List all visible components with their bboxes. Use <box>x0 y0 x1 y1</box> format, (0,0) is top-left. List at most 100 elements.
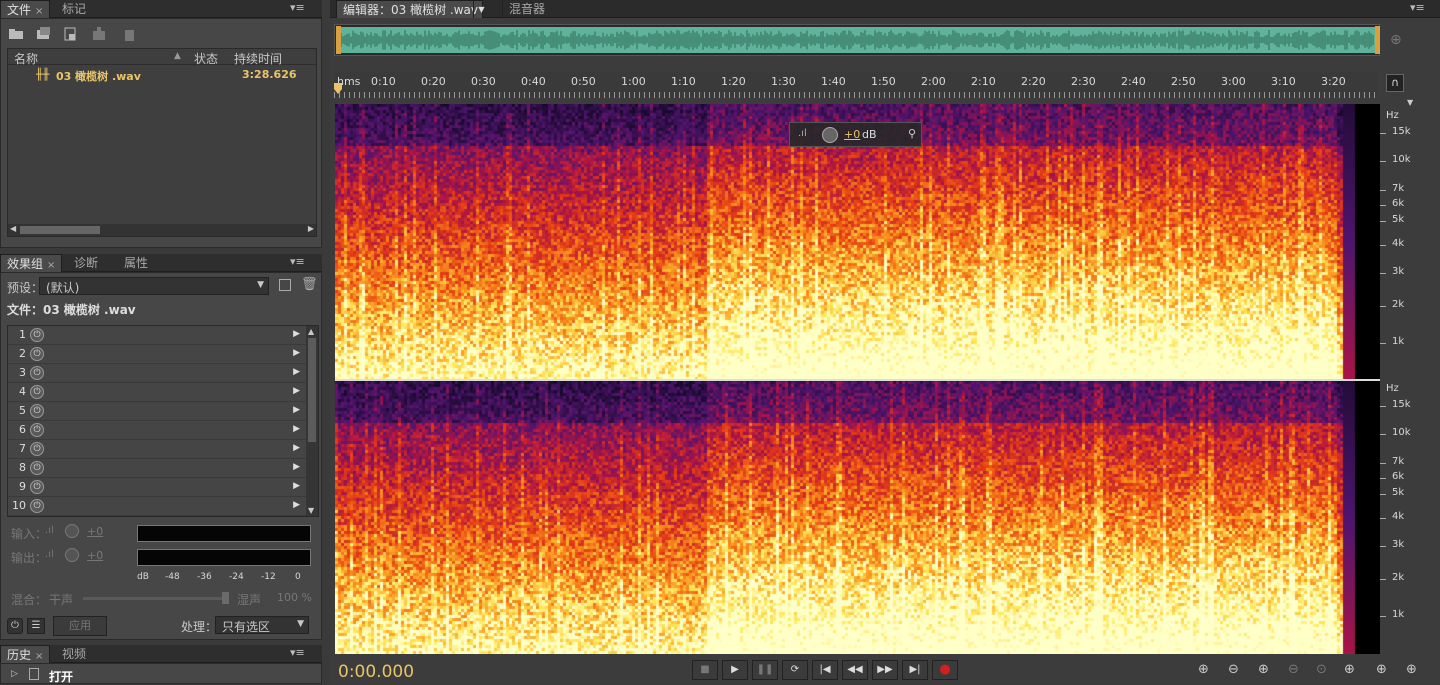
play-button[interactable]: ▶ <box>722 660 748 680</box>
zoom-out-time-icon[interactable]: ⊖ <box>1288 662 1299 677</box>
output-gain-knob[interactable] <box>65 548 79 562</box>
hud-gain-value[interactable]: +0 <box>844 128 860 141</box>
file-tool-icons[interactable] <box>7 25 137 43</box>
output-gain-value[interactable]: +0 <box>87 549 103 562</box>
list-icon[interactable]: ☰ <box>27 618 45 634</box>
chevron-right-icon[interactable]: ▶ <box>293 405 300 415</box>
input-gain-value[interactable]: +0 <box>87 525 103 538</box>
scroll-left-icon[interactable]: ◀ <box>10 224 16 233</box>
zoom-in-right-icon[interactable]: ⊕ <box>1376 662 1387 677</box>
chevron-right-icon[interactable]: ▶ <box>293 348 300 358</box>
chevron-right-icon[interactable]: ▶ <box>293 462 300 472</box>
col-duration[interactable]: 持续时间 <box>234 50 282 67</box>
input-gain-knob[interactable] <box>65 524 79 538</box>
time-ruler[interactable]: hms 0:10 0:20 0:30 0:40 0:50 1:00 1:10 1:20 1:30… <box>334 72 1378 98</box>
close-icon[interactable]: × <box>35 6 43 17</box>
panel-menu-icon[interactable]: ▾≡ <box>1410 1 1425 14</box>
power-icon[interactable]: ⏻ <box>7 618 23 634</box>
scroll-right-icon[interactable]: ▶ <box>308 224 314 233</box>
tab-mixer[interactable]: 混音器 <box>502 0 551 18</box>
chevron-right-icon[interactable]: ▶ <box>293 367 300 377</box>
power-icon[interactable]: ⏻ <box>30 366 44 380</box>
panel-menu-icon[interactable]: ▾≡ <box>290 646 305 659</box>
scroll-thumb[interactable] <box>20 226 100 234</box>
v-scrollbar[interactable]: ▲ ▼ <box>306 326 318 516</box>
effect-slot[interactable]: 5 ⏻ ▶ <box>8 402 306 421</box>
chevron-right-icon[interactable]: ▶ <box>293 386 300 396</box>
chevron-down-icon[interactable]: ▼ <box>473 1 489 18</box>
record-button[interactable]: ● <box>932 660 958 680</box>
tab-files[interactable]: 文件 × <box>0 0 51 18</box>
fast-forward-button[interactable]: ▶▶ <box>872 660 898 680</box>
close-icon[interactable]: × <box>47 260 55 271</box>
scroll-down-icon[interactable]: ▼ <box>308 506 314 515</box>
mix-slider[interactable] <box>83 597 229 600</box>
rewind-button[interactable]: ◀◀ <box>842 660 868 680</box>
process-select[interactable]: 只有选区 ▼ <box>215 616 309 634</box>
spectral-display[interactable]: .ıl +0 dB ⚲ <box>335 104 1380 654</box>
gain-knob[interactable] <box>822 127 838 143</box>
tab-history[interactable]: 历史 × <box>0 645 51 663</box>
tab-markers[interactable]: 标记 <box>56 0 92 18</box>
chevron-right-icon[interactable]: ▶ <box>293 424 300 434</box>
tab-editor[interactable]: 编辑器：03 橄榄树 .wav ▼ <box>336 0 485 18</box>
overview-bar[interactable] <box>334 24 1380 56</box>
panel-menu-icon[interactable]: ▾≡ <box>290 255 305 268</box>
tab-effects-rack[interactable]: 效果组 × <box>0 254 63 272</box>
zoom-selection-icon[interactable]: ⊕ <box>1406 662 1417 677</box>
effect-slot[interactable]: 1 ⏻ ▶ <box>8 326 306 345</box>
zoom-out-amplitude-icon[interactable]: ⊖ <box>1228 662 1239 677</box>
history-item[interactable]: 打开 <box>49 668 73 685</box>
preset-select[interactable]: (默认) ▼ <box>39 277 269 295</box>
effect-slot[interactable]: 2 ⏻ ▶ <box>8 345 306 364</box>
power-icon[interactable]: ⏻ <box>30 385 44 399</box>
file-row[interactable]: ╫╫ 03 橄榄树 .wav 3:28.626 <box>8 67 316 84</box>
power-icon[interactable]: ⏻ <box>30 347 44 361</box>
hud-gain-control[interactable]: .ıl +0 dB ⚲ <box>789 122 922 147</box>
go-to-start-button[interactable]: |◀ <box>812 660 838 680</box>
power-icon[interactable]: ⏻ <box>30 461 44 475</box>
power-icon[interactable]: ⏻ <box>30 423 44 437</box>
stop-button[interactable]: ■ <box>692 660 718 680</box>
trash-icon[interactable]: 🗑 <box>301 277 318 292</box>
tab-diagnostics[interactable]: 诊断 <box>68 254 104 272</box>
chevron-right-icon[interactable]: ▶ <box>293 481 300 491</box>
effect-slot[interactable]: 3 ⏻ ▶ <box>8 364 306 383</box>
loop-button[interactable]: ⟳ <box>782 660 808 680</box>
col-name[interactable]: 名称 <box>14 50 38 67</box>
pin-icon[interactable]: ⚲ <box>908 127 916 140</box>
chevron-right-icon[interactable]: ▶ <box>293 443 300 453</box>
mix-percent[interactable]: 100 % <box>277 591 312 604</box>
effect-slot[interactable]: 10 ⏻ ▶ <box>8 497 306 516</box>
go-to-end-button[interactable]: ▶| <box>902 660 928 680</box>
zoom-in-time-icon[interactable]: ⊕ <box>1258 662 1269 677</box>
effect-slot[interactable]: 9 ⏻ ▶ <box>8 478 306 497</box>
apply-button[interactable]: 应用 <box>53 616 107 636</box>
zoom-navigator-icon[interactable]: ⊕ <box>1390 32 1402 48</box>
power-icon[interactable]: ⏻ <box>30 442 44 456</box>
effect-slot[interactable]: 4 ⏻ ▶ <box>8 383 306 402</box>
effect-slot[interactable]: 8 ⏻ ▶ <box>8 459 306 478</box>
time-display[interactable]: 0:00.000 <box>338 662 414 682</box>
zoom-reset-icon[interactable]: ⊙ <box>1316 662 1327 677</box>
power-icon[interactable]: ⏻ <box>30 404 44 418</box>
tab-video[interactable]: 视频 <box>56 645 92 663</box>
zoom-in-amplitude-icon[interactable]: ⊕ <box>1198 662 1209 677</box>
headphones-icon[interactable]: ∩ <box>1386 74 1404 92</box>
tab-properties[interactable]: 属性 <box>118 254 154 272</box>
col-status[interactable]: 状态 <box>194 50 218 67</box>
scroll-thumb[interactable] <box>308 338 316 442</box>
scroll-up-icon[interactable]: ▲ <box>308 327 314 336</box>
chevron-right-icon[interactable]: ▶ <box>293 500 300 510</box>
panel-menu-icon[interactable]: ▾≡ <box>290 1 305 14</box>
chevron-right-icon[interactable]: ▶ <box>293 329 300 339</box>
mix-slider-thumb[interactable] <box>222 592 229 604</box>
h-scrollbar[interactable]: ◀ ▶ <box>8 224 316 236</box>
zoom-in-left-icon[interactable]: ⊕ <box>1344 662 1355 677</box>
power-icon[interactable]: ⏻ <box>30 480 44 494</box>
power-icon[interactable]: ⏻ <box>30 499 44 513</box>
playhead-icon[interactable] <box>334 83 342 95</box>
save-preset-icon[interactable] <box>279 279 291 291</box>
power-icon[interactable]: ⏻ <box>30 328 44 342</box>
effect-slot[interactable]: 6 ⏻ ▶ <box>8 421 306 440</box>
